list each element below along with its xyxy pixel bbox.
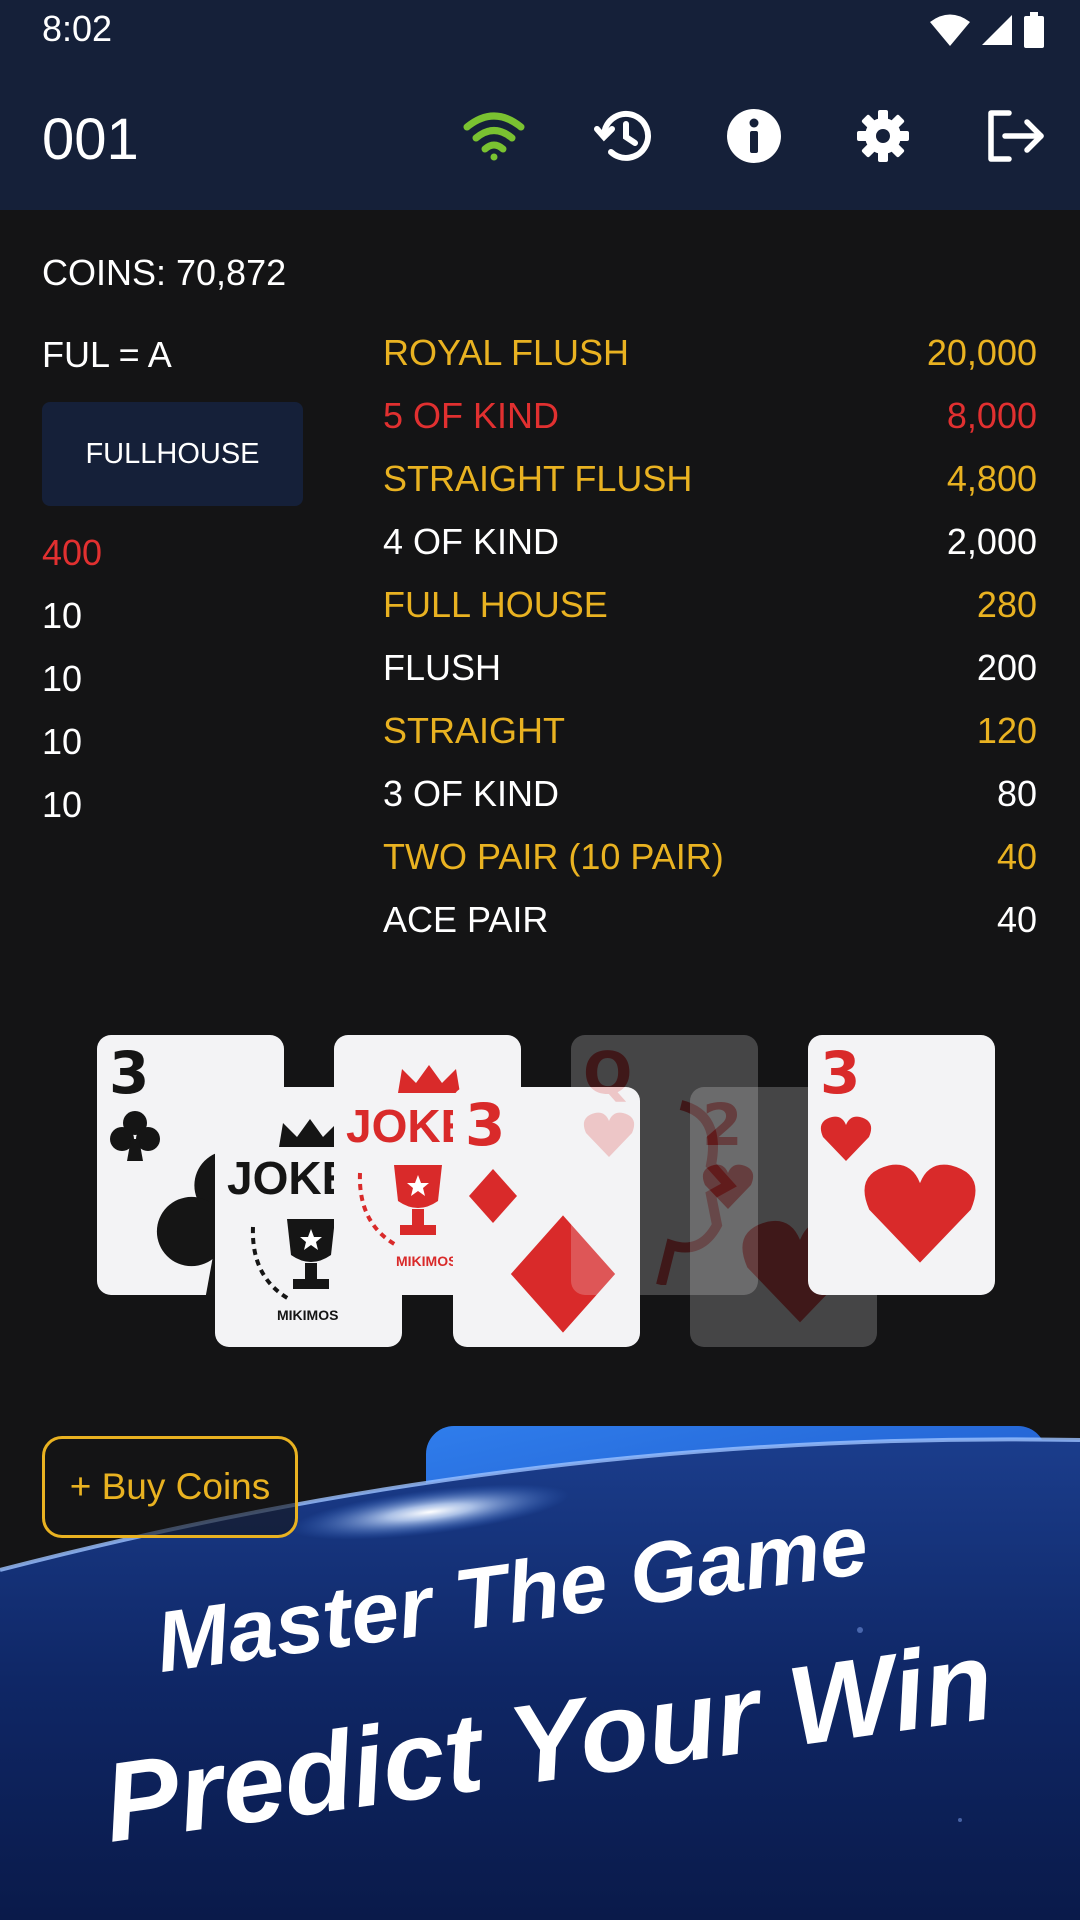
- hand-payout: 80: [996, 773, 1037, 814]
- app-bar: 001: [0, 60, 1080, 210]
- logout-icon[interactable]: [984, 104, 1048, 168]
- app-title: 001: [42, 107, 139, 172]
- hand-name: STRAIGHT: [383, 710, 566, 751]
- paytable-row: ACE PAIR 40: [383, 897, 1037, 960]
- paytable-row: FULL HOUSE 280: [383, 582, 1037, 645]
- paytable-row: STRAIGHT 120: [383, 708, 1037, 771]
- paytable-row: TWO PAIR (10 PAIR) 40: [383, 834, 1037, 897]
- card-rank: 3: [465, 1091, 506, 1159]
- card-rank: 3: [109, 1039, 150, 1107]
- hand-name: FLUSH: [383, 647, 502, 688]
- hand-name: ROYAL FLUSH: [383, 332, 630, 373]
- hold-values-list: 400 10 10 10 10: [42, 530, 102, 845]
- battery-icon: [1024, 12, 1044, 48]
- hand-name: ACE PAIR: [383, 899, 549, 940]
- paytable-row: 3 OF KIND 80: [383, 771, 1037, 834]
- hearts-icon: [583, 1112, 635, 1157]
- paytable-row: STRAIGHT FLUSH 4,800: [383, 456, 1037, 519]
- hold-value: 10: [42, 721, 83, 762]
- hearts-large-icon: [864, 1164, 976, 1263]
- hand-payout: 280: [976, 584, 1037, 625]
- hand-payout: 200: [976, 647, 1037, 688]
- hand-payout: 40: [996, 899, 1037, 940]
- buy-coins-button[interactable]: + Buy Coins: [42, 1436, 298, 1538]
- paytable-row: 5 OF KIND 8,000: [383, 393, 1037, 456]
- paytable: ROYAL FLUSH 20,000 5 OF KIND 8,000 STRAI…: [383, 330, 1037, 960]
- hand-name: FULL HOUSE: [383, 584, 608, 625]
- card-rank: 2: [702, 1091, 743, 1159]
- card-rank: 3: [820, 1039, 861, 1107]
- card-rank: Q: [583, 1039, 633, 1107]
- paytable-row: 4 OF KIND 2,000: [383, 519, 1037, 582]
- cell-signal-icon: [982, 15, 1012, 45]
- hand-name: 3 OF KIND: [383, 773, 560, 814]
- status-time: 8:02: [42, 8, 113, 49]
- hand-name: 5 OF KIND: [383, 395, 560, 436]
- hold-value: 10: [42, 595, 83, 636]
- wifi-signal-icon: [930, 14, 970, 46]
- hold-value: 10: [42, 784, 83, 825]
- hand-name: STRAIGHT FLUSH: [383, 458, 693, 499]
- settings-gear-icon[interactable]: [851, 104, 915, 168]
- crown-icon: [398, 1065, 460, 1093]
- history-icon[interactable]: [592, 104, 656, 168]
- paytable-row: FLUSH 200: [383, 645, 1037, 708]
- hand-payout: 40: [996, 836, 1037, 877]
- hand-name: 4 OF KIND: [383, 521, 560, 562]
- hold-label: FUL = A: [42, 334, 172, 375]
- hand-name: TWO PAIR (10 PAIR): [383, 836, 724, 877]
- card-brand: MIKIMOS: [396, 1253, 458, 1269]
- hand-payout: 20,000: [926, 332, 1037, 373]
- hand-payout: 120: [976, 710, 1037, 751]
- wifi-icon[interactable]: [462, 104, 526, 168]
- fullhouse-button[interactable]: FULLHOUSE: [42, 402, 303, 506]
- hand-payout: 8,000: [946, 395, 1037, 436]
- hearts-icon: [820, 1116, 872, 1161]
- hand-payout: 2,000: [946, 521, 1037, 562]
- hearts-icon: [702, 1164, 754, 1209]
- card-brand: MIKIMOS: [277, 1307, 339, 1323]
- status-icons: [930, 12, 1044, 48]
- status-bar: 8:02: [0, 0, 1080, 60]
- card-3-hearts[interactable]: 3: [808, 1035, 995, 1295]
- paytable-row: ROYAL FLUSH 20,000: [383, 330, 1037, 393]
- hold-value: 400: [42, 532, 103, 573]
- coins-balance: COINS: 70,872: [42, 252, 287, 293]
- hold-value: 10: [42, 658, 83, 699]
- info-icon[interactable]: [722, 104, 786, 168]
- hand-payout: 4,800: [946, 458, 1037, 499]
